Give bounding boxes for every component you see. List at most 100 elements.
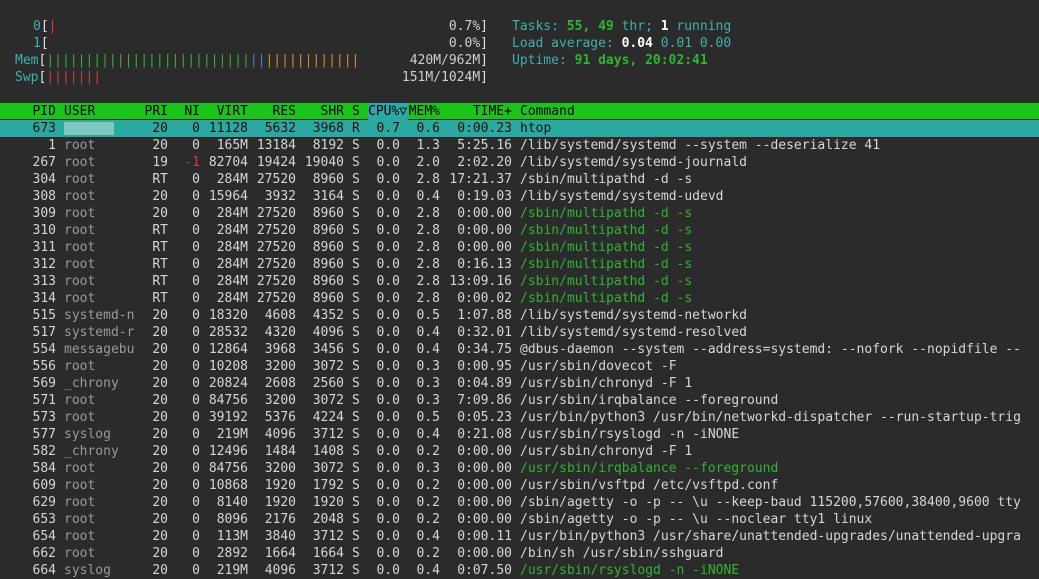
- cell-shr: 2048: [312, 512, 344, 527]
- cell-s: S: [352, 478, 360, 493]
- col-cpu-sorted[interactable]: CPU%▽: [368, 103, 408, 120]
- col-virt[interactable]: VIRT: [204, 103, 248, 120]
- cell-user: root: [64, 172, 96, 187]
- cell-res: 4320: [264, 325, 296, 340]
- cell-mem: 0.2: [416, 478, 440, 493]
- process-row[interactable]: 569 _chrony 20 0 20824 2608 2560 S 0.0 0.3 0:04.89…: [0, 375, 1039, 392]
- cell-shr: 8960: [312, 291, 344, 306]
- cell-shr: 2560: [312, 376, 344, 391]
- process-row[interactable]: 304 root RT 0 284M 27520 8960 S 0.0 2.8 17:21.37/s…: [0, 171, 1039, 188]
- cell-cpu: 0.0: [376, 206, 400, 221]
- cell-cpu: 0.0: [376, 478, 400, 493]
- process-row[interactable]: 311 root RT 0 284M 27520 8960 S 0.0 2.8 0:00.00/sb…: [0, 239, 1039, 256]
- col-mem[interactable]: MEM%: [408, 103, 440, 120]
- cell-shr: 1792: [312, 478, 344, 493]
- cell-ni: 0: [192, 461, 200, 476]
- col-res[interactable]: RES: [252, 103, 296, 120]
- cell-virt: 84756: [208, 393, 248, 408]
- cell-cpu: 0.0: [376, 512, 400, 527]
- cell-virt: 219M: [216, 427, 248, 442]
- cell-pri: 20: [152, 529, 168, 544]
- cell-res: 27520: [256, 172, 296, 187]
- cell-cmd: /lib/systemd/systemd-journald: [520, 155, 747, 170]
- process-row[interactable]: 577 syslog 20 0 219M 4096 3712 S 0.0 0.4 0:21.08/u…: [0, 426, 1039, 443]
- cell-cmd: /sbin/multipathd -d -s: [520, 240, 693, 255]
- process-row[interactable]: 308 root 20 0 15964 3932 3164 S 0.0 0.4 0:19.03/li…: [0, 188, 1039, 205]
- cell-s: S: [352, 223, 360, 238]
- col-pid[interactable]: PID: [0, 103, 56, 120]
- process-row[interactable]: 629 root 20 0 8140 1920 1920 S 0.0 0.2 0:00.00/sbi…: [0, 494, 1039, 511]
- col-ni[interactable]: NI: [172, 103, 200, 120]
- cell-mem: 2.8: [416, 206, 440, 221]
- cell-time: 1:07.88: [457, 308, 512, 323]
- process-row[interactable]: 312 root RT 0 284M 27520 8960 S 0.0 2.8 0:16.13/sb…: [0, 256, 1039, 273]
- cell-cmd: /usr/sbin/rsyslogd -n -iNONE: [520, 427, 740, 442]
- process-row[interactable]: 654 root 20 0 113M 3840 3712 S 0.0 0.4 0:00.11/usr…: [0, 528, 1039, 545]
- cell-cmd: /lib/systemd/systemd --system --deserial…: [520, 138, 881, 153]
- cell-ni: 0: [192, 529, 200, 544]
- cell-virt: 18320: [208, 308, 248, 323]
- cell-res: 4608: [264, 308, 296, 323]
- cell-s: S: [352, 155, 360, 170]
- process-row[interactable]: 515 systemd-n 20 0 18320 4608 4352 S 0.0 0.5 1:07.…: [0, 307, 1039, 324]
- cell-time: 2:02.20: [457, 155, 512, 170]
- process-row[interactable]: 571 root 20 0 84756 3200 3072 S 0.0 0.3 7:09.86/us…: [0, 392, 1039, 409]
- process-row[interactable]: 309 root 20 0 284M 27520 8960 S 0.0 2.8 0:00.00/sb…: [0, 205, 1039, 222]
- col-shr[interactable]: SHR: [300, 103, 344, 120]
- cell-user: syslog: [64, 427, 111, 442]
- cell-cpu: 0.0: [376, 155, 400, 170]
- cell-mem: 2.8: [416, 223, 440, 238]
- col-user[interactable]: USER: [64, 103, 142, 120]
- cell-cmd: /sbin/multipathd -d -s: [520, 206, 693, 221]
- process-row[interactable]: 584 root 20 0 84756 3200 3072 S 0.0 0.3 0:00.00/us…: [0, 460, 1039, 477]
- process-row[interactable]: 653 root 20 0 8096 2176 2048 S 0.0 0.2 0:00.00/sbi…: [0, 511, 1039, 528]
- cell-pid: 556: [32, 359, 56, 374]
- cell-pri: RT: [152, 240, 168, 255]
- process-row[interactable]: 673 20 0 11128 5632 3968 R 0.7 0.6 0:00.23 htop: [0, 120, 1039, 137]
- process-row[interactable]: 609 root 20 0 10868 1920 1792 S 0.0 0.2 0:00.00/us…: [0, 477, 1039, 494]
- process-row[interactable]: 554 messagebu 20 0 12864 3968 3456 S 0.0 0.4 0:34.…: [0, 341, 1039, 358]
- cell-mem: 0.2: [416, 444, 440, 459]
- cell-res: 4096: [264, 427, 296, 442]
- cell-shr: 3968: [312, 121, 344, 136]
- cell-pid: 313: [32, 274, 56, 289]
- cell-cpu: 0.0: [376, 563, 400, 578]
- cell-res: 27520: [256, 257, 296, 272]
- cell-mem: 0.5: [416, 308, 440, 323]
- cell-user: root: [64, 189, 96, 204]
- cell-time: 0:04.89: [457, 376, 512, 391]
- cell-res: 2608: [264, 376, 296, 391]
- cell-pid: 662: [32, 546, 56, 561]
- process-row[interactable]: 267 root 19 -1 82704 19424 19040 S 0.0 2.0 2:02.20…: [0, 154, 1039, 171]
- process-row[interactable]: 556 root 20 0 10208 3200 3072 S 0.0 0.3 0:00.95/us…: [0, 358, 1039, 375]
- cell-shr: 8960: [312, 240, 344, 255]
- cell-user: root: [64, 274, 96, 289]
- process-row[interactable]: 662 root 20 0 2892 1664 1664 S 0.0 0.2 0:00.00/bin…: [0, 545, 1039, 562]
- cell-user: systemd-n: [64, 308, 135, 323]
- cell-cpu: 0.0: [376, 444, 400, 459]
- cell-cpu: 0.0: [376, 410, 400, 425]
- cell-pid: 653: [32, 512, 56, 527]
- cell-cmd: /usr/sbin/vsftpd /etc/vsftpd.conf: [520, 478, 779, 493]
- cell-time: 0:34.75: [457, 342, 512, 357]
- cell-cmd: /bin/sh /usr/sbin/sshguard: [520, 546, 724, 561]
- process-row[interactable]: 582 _chrony 20 0 12496 1484 1408 S 0.0 0.2 0:00.00…: [0, 443, 1039, 460]
- col-command[interactable]: Command: [520, 103, 1039, 120]
- cell-pri: 20: [152, 512, 168, 527]
- process-row[interactable]: 664 syslog 20 0 219M 4096 3712 S 0.0 0.4 0:07.50/u…: [0, 562, 1039, 579]
- cell-res: 13184: [256, 138, 296, 153]
- cell-user: root: [64, 155, 96, 170]
- cell-cpu: 0.0: [376, 393, 400, 408]
- process-row[interactable]: 517 systemd-r 20 0 28532 4320 4096 S 0.0 0.4 0:32.…: [0, 324, 1039, 341]
- process-row[interactable]: 573 root 20 0 39192 5376 4224 S 0.0 0.5 0:05.23/us…: [0, 409, 1039, 426]
- process-row[interactable]: 313 root RT 0 284M 27520 8960 S 0.0 2.8 13:09.16/s…: [0, 273, 1039, 290]
- col-time[interactable]: TIME+: [448, 103, 512, 120]
- process-row[interactable]: 314 root RT 0 284M 27520 8960 S 0.0 2.8 0:00.02/sb…: [0, 290, 1039, 307]
- cell-pri: RT: [152, 291, 168, 306]
- col-state[interactable]: S: [352, 103, 362, 120]
- process-row[interactable]: 310 root RT 0 284M 27520 8960 S 0.0 2.8 0:00.00/sb…: [0, 222, 1039, 239]
- tasks-summary: Tasks: 55, 49 thr; 1 running: [512, 19, 732, 34]
- process-row[interactable]: 1 root 20 0 165M 13184 8192 S 0.0 1.3 5:25.16/lib/…: [0, 137, 1039, 154]
- cell-virt: 284M: [216, 223, 248, 238]
- col-pri[interactable]: PRI: [136, 103, 168, 120]
